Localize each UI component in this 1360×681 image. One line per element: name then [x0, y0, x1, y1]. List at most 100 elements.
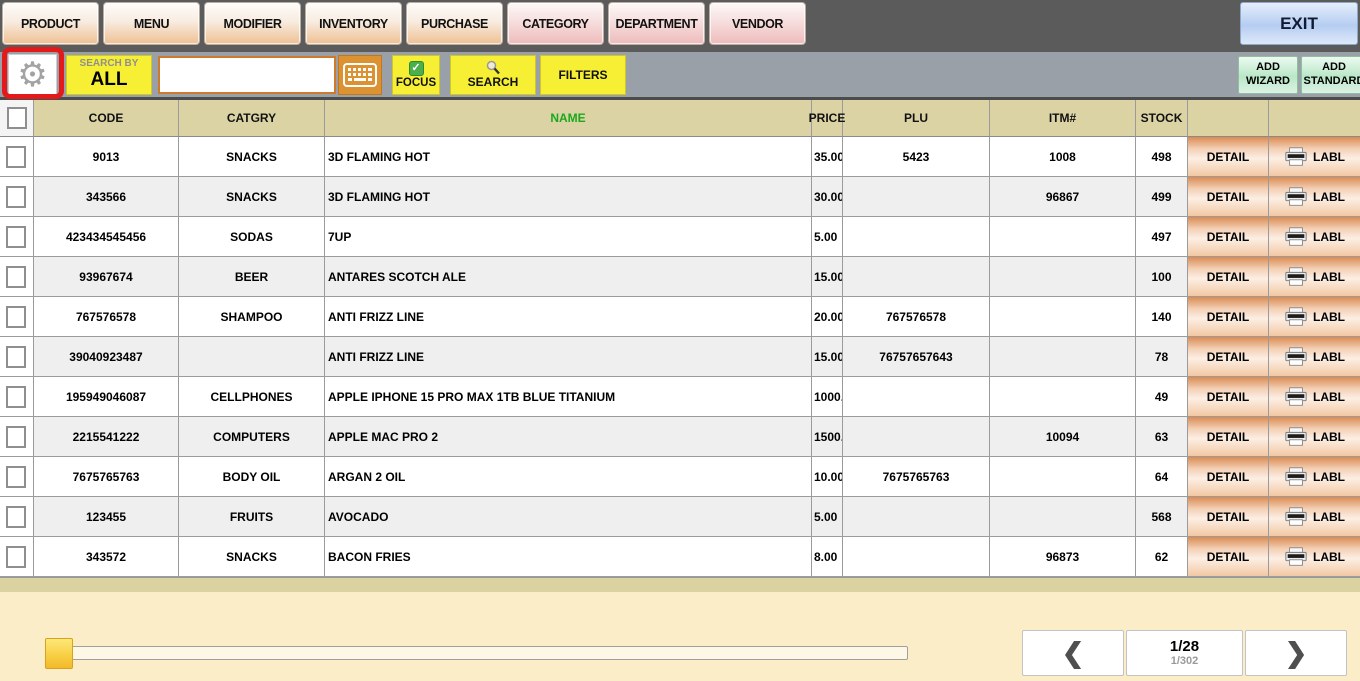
labl-button[interactable]: LABL — [1269, 377, 1360, 417]
cell-plu — [843, 377, 990, 417]
labl-button[interactable]: LABL — [1269, 177, 1360, 217]
labl-button[interactable]: LABL — [1269, 457, 1360, 497]
tab-department[interactable]: DEPARTMENT — [608, 2, 705, 45]
add-wizard-button[interactable]: ADD WIZARD — [1238, 56, 1298, 94]
detail-button[interactable]: DETAIL — [1188, 217, 1269, 257]
row-checkbox-cell — [0, 257, 34, 297]
detail-button[interactable]: DETAIL — [1188, 177, 1269, 217]
tab-product[interactable]: PRODUCT — [2, 2, 99, 45]
table-row: 423434545456 SODAS 7UP 5.00 497 DETAIL L… — [0, 217, 1360, 257]
detail-button[interactable]: DETAIL — [1188, 377, 1269, 417]
row-checkbox[interactable] — [6, 146, 26, 168]
cell-stock: 64 — [1136, 457, 1188, 497]
cell-itm: 96873 — [990, 537, 1136, 577]
add-standard-button[interactable]: ADD STANDARD — [1301, 56, 1360, 94]
cell-price: 1000.00 — [812, 377, 843, 417]
row-checkbox-cell — [0, 177, 34, 217]
labl-button[interactable]: LABL — [1269, 217, 1360, 257]
detail-button[interactable]: DETAIL — [1188, 297, 1269, 337]
table-body: 9013 SNACKS 3D FLAMING HOT 35.00 5423 10… — [0, 137, 1360, 577]
detail-button[interactable]: DETAIL — [1188, 257, 1269, 297]
next-page-button[interactable]: ❯ — [1245, 630, 1347, 676]
keyboard-button[interactable] — [338, 55, 382, 95]
table-row: 767576578 SHAMPOO ANTI FRIZZ LINE 20.00 … — [0, 297, 1360, 337]
bottom-bar: ❮ 1/28 1/302 ❯ — [0, 592, 1360, 681]
printer-icon — [1284, 266, 1308, 288]
header-catgry[interactable]: CATGRY — [179, 100, 325, 137]
cell-stock: 140 — [1136, 297, 1188, 337]
search-toolbar: ⚙ SEARCH BY ALL ✓ FOCUS — [0, 52, 1360, 97]
tab-vendor[interactable]: VENDOR — [709, 2, 806, 45]
settings-button[interactable]: ⚙ — [8, 54, 57, 95]
select-all-checkbox[interactable] — [7, 107, 27, 129]
row-checkbox[interactable] — [6, 506, 26, 528]
detail-button[interactable]: DETAIL — [1188, 457, 1269, 497]
cell-itm: 1008 — [990, 137, 1136, 177]
labl-button[interactable]: LABL — [1269, 537, 1360, 577]
row-checkbox[interactable] — [6, 186, 26, 208]
labl-button[interactable]: LABL — [1269, 137, 1360, 177]
detail-button[interactable]: DETAIL — [1188, 497, 1269, 537]
tab-category[interactable]: CATEGORY — [507, 2, 604, 45]
labl-button[interactable]: LABL — [1269, 417, 1360, 457]
search-input[interactable] — [158, 56, 336, 94]
search-by-button[interactable]: SEARCH BY ALL — [66, 55, 152, 95]
detail-button[interactable]: DETAIL — [1188, 417, 1269, 457]
header-stock[interactable]: STOCK — [1136, 100, 1188, 137]
row-checkbox[interactable] — [6, 466, 26, 488]
cell-plu — [843, 177, 990, 217]
filters-button[interactable]: FILTERS — [540, 55, 626, 95]
cell-stock: 62 — [1136, 537, 1188, 577]
tab-purchase[interactable]: PURCHASE — [406, 2, 503, 45]
printer-icon — [1284, 506, 1308, 528]
cell-code: 423434545456 — [34, 217, 179, 257]
horizontal-scrollbar-thumb[interactable] — [45, 638, 73, 669]
cell-itm — [990, 377, 1136, 417]
row-checkbox-cell — [0, 377, 34, 417]
horizontal-scrollbar-track[interactable] — [48, 646, 908, 660]
search-button[interactable]: SEARCH — [450, 55, 536, 95]
cell-plu — [843, 417, 990, 457]
row-checkbox[interactable] — [6, 306, 26, 328]
labl-button[interactable]: LABL — [1269, 257, 1360, 297]
row-checkbox[interactable] — [6, 426, 26, 448]
table-row: 7675765763 BODY OIL ARGAN 2 OIL 10.00 76… — [0, 457, 1360, 497]
cell-price: 10.00 — [812, 457, 843, 497]
table-row: 123455 FRUITS AVOCADO 5.00 568 DETAIL LA… — [0, 497, 1360, 537]
header-name[interactable]: NAME — [325, 100, 812, 137]
row-checkbox-cell — [0, 457, 34, 497]
cell-plu — [843, 537, 990, 577]
exit-button[interactable]: EXIT — [1240, 2, 1358, 45]
cell-plu — [843, 497, 990, 537]
row-checkbox[interactable] — [6, 546, 26, 568]
cell-price: 1500.00 — [812, 417, 843, 457]
prev-page-button[interactable]: ❮ — [1022, 630, 1124, 676]
keyboard-icon — [343, 63, 377, 87]
printer-icon — [1284, 546, 1308, 568]
row-checkbox[interactable] — [6, 346, 26, 368]
printer-icon — [1284, 146, 1308, 168]
header-plu[interactable]: PLU — [843, 100, 990, 137]
detail-button[interactable]: DETAIL — [1188, 337, 1269, 377]
detail-button[interactable]: DETAIL — [1188, 537, 1269, 577]
tab-inventory[interactable]: INVENTORY — [305, 2, 402, 45]
tab-menu[interactable]: MENU — [103, 2, 200, 45]
cell-plu — [843, 217, 990, 257]
labl-button[interactable]: LABL — [1269, 297, 1360, 337]
focus-button[interactable]: ✓ FOCUS — [392, 55, 440, 95]
labl-button[interactable]: LABL — [1269, 497, 1360, 537]
cell-itm: 96867 — [990, 177, 1136, 217]
labl-label: LABL — [1313, 230, 1345, 244]
row-checkbox[interactable] — [6, 386, 26, 408]
header-price[interactable]: PRICE — [812, 100, 843, 137]
printer-icon — [1284, 426, 1308, 448]
row-checkbox[interactable] — [6, 266, 26, 288]
labl-button[interactable]: LABL — [1269, 337, 1360, 377]
cell-code: 343566 — [34, 177, 179, 217]
header-itm[interactable]: ITM# — [990, 100, 1136, 137]
cell-name: BACON FRIES — [325, 537, 812, 577]
detail-button[interactable]: DETAIL — [1188, 137, 1269, 177]
header-code[interactable]: CODE — [34, 100, 179, 137]
row-checkbox[interactable] — [6, 226, 26, 248]
tab-modifier[interactable]: MODIFIER — [204, 2, 301, 45]
